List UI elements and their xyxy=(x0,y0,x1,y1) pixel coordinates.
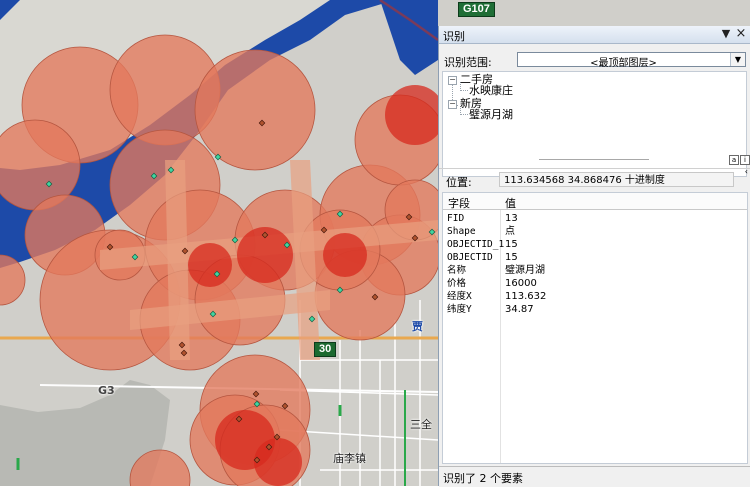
close-button[interactable]: × xyxy=(734,27,748,41)
collapse-button[interactable]: ▼ xyxy=(719,27,733,41)
info-icon[interactable]: i xyxy=(740,155,750,165)
tree-collapse-icon[interactable]: − xyxy=(448,100,457,109)
sort-icon[interactable]: a xyxy=(729,155,739,165)
table-row[interactable]: 价格 16000 xyxy=(443,277,747,290)
identify-panel: 识别 ▼ × 识别范围: <最顶部图层> ▼ − 二手房 水映康庄 − 新房 璧源月… xyxy=(438,26,750,487)
place-label-jia: 贾 xyxy=(412,320,423,333)
identify-from-label: 识别范围: xyxy=(444,56,492,69)
header-value: 值 xyxy=(505,197,516,210)
tree-feature-label: 璧源月湖 xyxy=(469,108,513,121)
chevron-down-icon[interactable]: ▼ xyxy=(730,53,745,66)
location-value[interactable]: 113.634568 34.868476 十进制度 xyxy=(499,172,734,187)
table-row[interactable]: FID 13 xyxy=(443,212,747,225)
location-label: 位置: xyxy=(446,176,472,189)
header-field: 字段 xyxy=(448,197,470,210)
tree-node-feature[interactable]: 水映康庄 xyxy=(469,85,513,97)
identify-titlebar[interactable]: 识别 ▼ × xyxy=(439,26,750,44)
grid-header: 字段 值 xyxy=(443,193,747,210)
attribute-grid[interactable]: 字段 值 FID 13 Shape 点 OBJECTID_1 15 OBJECTID 1… xyxy=(442,192,748,464)
place-label-miaoli: 庙李镇 xyxy=(333,452,366,465)
table-row[interactable]: Shape 点 xyxy=(443,225,747,238)
status-bar: 识别了 2 个要素 xyxy=(439,466,750,487)
location-row: 位置: 113.634568 34.868476 十进制度 ‹ xyxy=(439,167,750,191)
table-row[interactable]: OBJECTID_1 15 xyxy=(443,238,747,251)
identify-from-value: <最顶部图层> xyxy=(590,58,657,69)
panel-splitter[interactable] xyxy=(539,159,649,163)
table-row[interactable]: 经度X 113.632 xyxy=(443,290,747,303)
identify-title: 识别 xyxy=(443,30,465,43)
tree-feature-label: 水映康庄 xyxy=(469,84,513,97)
road-shield-g107: G107 xyxy=(458,2,495,17)
identify-from-dropdown[interactable]: <最顶部图层> ▼ xyxy=(517,52,746,69)
tree-collapse-icon[interactable]: − xyxy=(448,76,457,85)
status-text: 识别了 2 个要素 xyxy=(443,472,523,485)
road-label-g3: G3 xyxy=(98,384,115,397)
table-row[interactable]: 纬度Y 34.87 xyxy=(443,303,747,316)
road-shield-30: 30 xyxy=(314,342,337,357)
table-row[interactable]: 名称 璧源月湖 xyxy=(443,264,747,277)
identify-from-row: 识别范围: <最顶部图层> ▼ xyxy=(439,50,750,72)
pin-icon[interactable]: ‹ xyxy=(745,167,748,176)
table-row[interactable]: OBJECTID 15 xyxy=(443,251,747,264)
tree-node-feature-selected[interactable]: 璧源月湖 xyxy=(469,109,513,121)
place-label-sanquan: 三全 xyxy=(410,418,432,431)
